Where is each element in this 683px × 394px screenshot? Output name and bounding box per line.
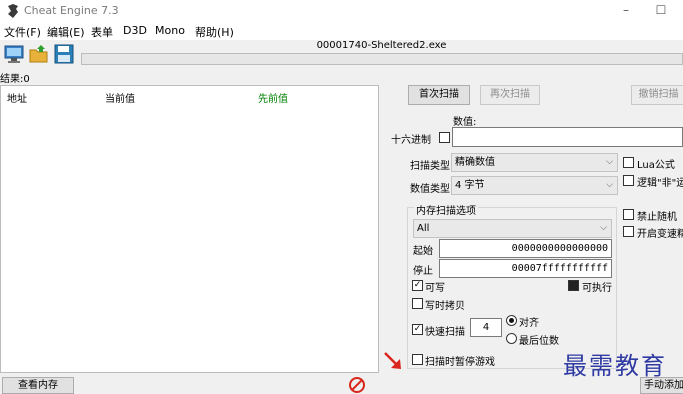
disable-random-label: 禁止随机 — [637, 212, 677, 223]
minimize-button[interactable]: – — [611, 0, 641, 22]
scan-type-select[interactable]: 精确数值 ⌵ — [451, 153, 618, 172]
value-type-label: 数值类型 — [410, 184, 450, 195]
memory-region-select[interactable]: All ⌵ — [413, 219, 612, 238]
value-type-value: 4 字节 — [455, 180, 485, 191]
not-logic-checkbox[interactable] — [623, 175, 634, 186]
scan-type-value: 精确数值 — [455, 157, 495, 168]
menu-bar: 文件(F) 编辑(E) 表单 D3D Mono 帮助(H) — [0, 22, 683, 40]
executable-checkbox[interactable] — [568, 280, 579, 291]
writable-checkbox[interactable]: ✓ — [412, 280, 423, 291]
stop-icon[interactable] — [348, 376, 366, 394]
chevron-down-icon: ⌵ — [600, 223, 607, 233]
arrow-down-right-icon — [384, 352, 401, 369]
cheat-engine-logo-icon — [5, 3, 21, 19]
start-address-label: 起始 — [413, 246, 433, 257]
chevron-down-icon: ⌵ — [606, 180, 613, 190]
title-bar: Cheat Engine 7.3 – ☐ — [0, 0, 683, 22]
add-to-list-button[interactable] — [382, 350, 404, 372]
speedhack-label: 开启变速精 — [637, 229, 683, 240]
fast-scan-alignment-input[interactable]: 4 — [470, 318, 502, 337]
scan-value-input[interactable] — [452, 127, 683, 147]
menu-d3d[interactable]: D3D — [123, 24, 147, 37]
executable-label: 可执行 — [582, 283, 612, 294]
menu-table[interactable]: 表单 — [91, 24, 113, 40]
found-count: 结果:0 — [0, 74, 30, 85]
lua-formula-checkbox[interactable] — [623, 157, 634, 168]
window-title: Cheat Engine 7.3 — [24, 4, 119, 17]
memory-region-value: All — [417, 223, 430, 234]
scan-progress-bar — [81, 53, 683, 65]
not-logic-label: 逻辑"非"运 — [637, 178, 683, 189]
speedhack-checkbox[interactable] — [623, 226, 634, 237]
hex-label: 十六进制 — [391, 135, 431, 146]
copy-on-write-label: 写时拷贝 — [425, 301, 465, 312]
process-name: 00001740-Sheltered2.exe — [316, 40, 447, 51]
next-scan-button[interactable]: 再次扫描 — [480, 85, 540, 105]
menu-edit[interactable]: 编辑(E) — [47, 24, 85, 40]
fast-scan-checkbox[interactable]: ✓ — [412, 324, 423, 335]
first-scan-button[interactable]: 首次扫描 — [408, 85, 470, 105]
align-radio[interactable] — [506, 315, 517, 326]
disable-random-checkbox[interactable] — [623, 209, 634, 220]
column-previous-value[interactable]: 先前值 — [258, 90, 288, 105]
hex-checkbox[interactable] — [439, 132, 450, 143]
value-type-select[interactable]: 4 字节 ⌵ — [451, 176, 618, 195]
results-list[interactable]: 地址 当前值 先前值 — [0, 85, 379, 373]
lua-formula-label: Lua公式 — [637, 160, 675, 171]
watermark-text: 最需教育 — [563, 352, 667, 380]
undo-scan-button[interactable]: 撤销扫描 — [631, 85, 683, 105]
menu-file[interactable]: 文件(F) — [4, 24, 41, 40]
menu-help[interactable]: 帮助(H) — [195, 24, 234, 40]
column-current-value[interactable]: 当前值 — [105, 90, 135, 105]
align-label: 对齐 — [519, 318, 539, 329]
pause-game-checkbox[interactable] — [412, 354, 423, 365]
writable-label: 可写 — [425, 283, 445, 294]
copy-on-write-checkbox[interactable] — [412, 298, 423, 309]
stop-address-label: 停止 — [413, 266, 433, 277]
maximize-button[interactable]: ☐ — [646, 0, 676, 22]
last-digits-label: 最后位数 — [519, 336, 559, 347]
start-address-input[interactable]: 0000000000000000 — [439, 239, 612, 258]
memory-scan-options-title: 内存扫描选项 — [414, 202, 478, 217]
pause-game-label: 扫描时暂停游戏 — [425, 357, 495, 368]
chevron-down-icon: ⌵ — [606, 157, 613, 167]
scan-type-label: 扫描类型 — [410, 161, 450, 172]
column-address[interactable]: 地址 — [7, 90, 27, 105]
fast-scan-label: 快速扫描 — [425, 327, 465, 338]
results-list-header: 地址 当前值 先前值 — [1, 86, 378, 106]
last-digits-radio[interactable] — [506, 333, 517, 344]
stop-address-input[interactable]: 00007fffffffffff — [439, 259, 612, 278]
menu-mono[interactable]: Mono — [155, 24, 185, 37]
view-memory-button[interactable]: 查看内存 — [2, 377, 74, 394]
value-label: 数值: — [453, 117, 477, 128]
